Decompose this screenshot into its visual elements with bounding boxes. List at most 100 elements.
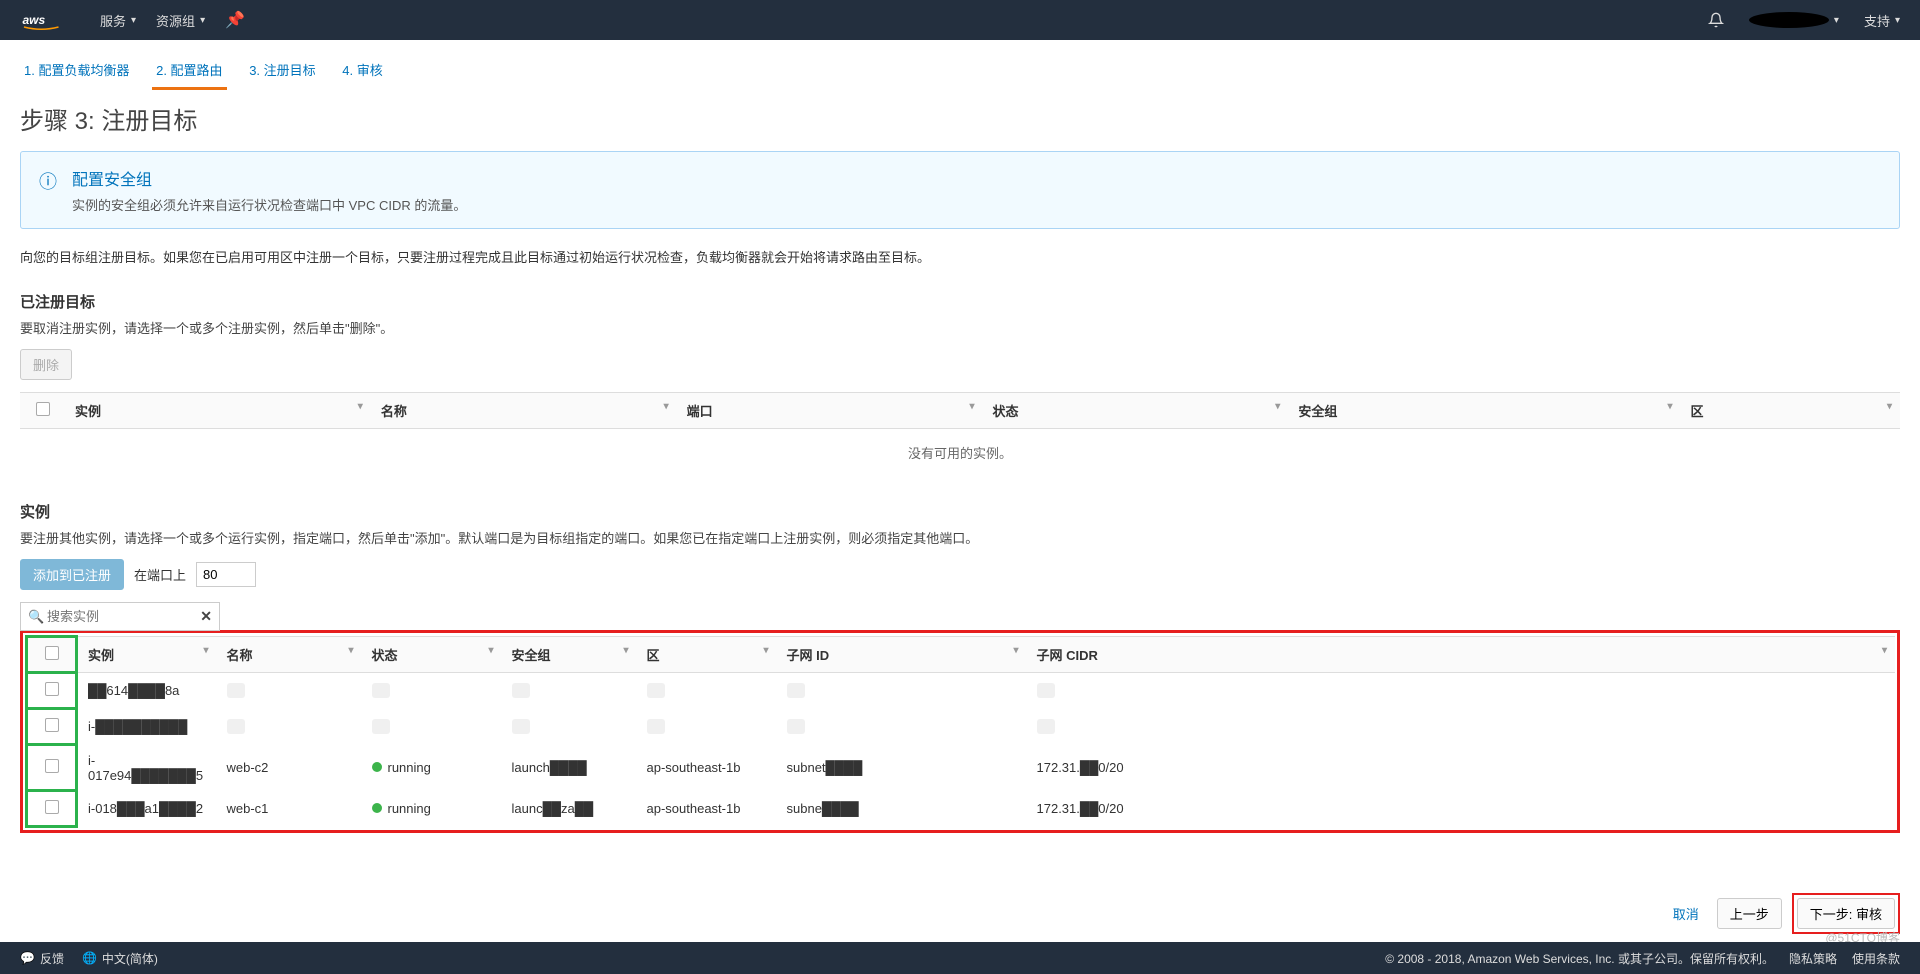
language-selector[interactable]: 🌐 中文(简体): [82, 950, 158, 967]
sort-caret-icon: ▾: [969, 401, 974, 412]
cell-name: web-c1: [217, 791, 362, 827]
col-zone[interactable]: 区▾: [637, 637, 777, 673]
cell-instance: i-██████████: [77, 709, 217, 745]
nav-resource-groups[interactable]: 资源组 ▾: [156, 11, 205, 30]
row-checkbox[interactable]: [45, 718, 59, 732]
status-dot-icon: [372, 762, 382, 772]
next-button[interactable]: 下一步: 审核: [1797, 898, 1895, 929]
privacy-link[interactable]: 隐私策略: [1789, 950, 1837, 967]
cell-subnet: subne████: [777, 791, 1027, 827]
col-name[interactable]: 名称▾: [371, 393, 677, 429]
chevron-down-icon: ▾: [200, 15, 205, 26]
feedback-link[interactable]: 💬 反馈: [20, 950, 64, 967]
cell-status: ██: [372, 683, 390, 698]
account-name-blur: [1749, 12, 1829, 28]
next-button-highlight: 下一步: 审核: [1792, 893, 1900, 934]
col-instance[interactable]: 实例▾: [65, 393, 371, 429]
instances-table: 实例▾ 名称▾ 状态▾ 安全组▾ 区▾ 子网 ID▾ 子网 CIDR▾ ██61…: [25, 635, 1895, 828]
clear-icon[interactable]: ✕: [200, 608, 212, 625]
col-instance[interactable]: 实例▾: [77, 637, 217, 673]
sort-caret-icon: ▾: [348, 645, 353, 656]
cell-cidr: 172.31.██0/20: [1027, 745, 1896, 791]
registered-desc: 要取消注册实例，请选择一个或多个注册实例，然后单击"删除"。: [20, 318, 1900, 337]
sort-caret-icon: ▾: [763, 645, 768, 656]
sort-caret-icon: ▾: [664, 401, 669, 412]
step-2[interactable]: 2. 配置路由: [152, 52, 226, 90]
chat-icon: 💬: [20, 951, 35, 965]
wizard-steps: 1. 配置负载均衡器 2. 配置路由 3. 注册目标 4. 审核: [0, 40, 1920, 91]
col-subnet[interactable]: 子网 ID▾: [777, 637, 1027, 673]
instances-desc: 要注册其他实例，请选择一个或多个运行实例，指定端口，然后单击"添加"。默认端口是…: [20, 528, 1900, 547]
cell-sg: launch████: [502, 745, 637, 791]
cell-sg: ██: [512, 719, 530, 734]
nav-services-label: 服务: [100, 11, 126, 30]
cell-subnet: ██: [787, 719, 805, 734]
select-all-col[interactable]: [20, 393, 65, 429]
bell-icon[interactable]: [1708, 12, 1724, 28]
empty-message: 没有可用的实例。: [20, 429, 1900, 477]
select-all-checkbox[interactable]: [36, 402, 50, 416]
port-label: 在端口上: [134, 565, 186, 584]
col-name[interactable]: 名称▾: [217, 637, 362, 673]
info-title: 配置安全组: [72, 166, 466, 190]
nav-support[interactable]: 支持 ▾: [1864, 11, 1900, 30]
terms-link[interactable]: 使用条款: [1852, 950, 1900, 967]
sort-caret-icon: ▾: [623, 645, 628, 656]
registered-title: 已注册目标: [20, 291, 1900, 312]
cell-zone: ap-southeast-1b: [637, 745, 777, 791]
sort-caret-icon: ▾: [203, 645, 208, 656]
cell-name: web-c2: [217, 745, 362, 791]
select-all-col[interactable]: [27, 637, 77, 673]
sort-caret-icon: ▾: [1887, 401, 1892, 412]
search-icon: 🔍: [28, 609, 44, 625]
table-row[interactable]: ██614████8a ██ ██ ██ ██ ██ ██: [27, 673, 1896, 709]
info-text: 实例的安全组必须允许来自运行状况检查端口中 VPC CIDR 的流量。: [72, 195, 466, 214]
pin-icon[interactable]: 📌: [225, 10, 245, 30]
search-input[interactable]: [20, 602, 220, 631]
cell-zone: ██: [647, 719, 665, 734]
step-4[interactable]: 4. 审核: [338, 52, 386, 87]
add-to-registered-button[interactable]: 添加到已注册: [20, 559, 124, 590]
cell-sg: launc██za██: [502, 791, 637, 827]
cell-name: ██: [227, 719, 245, 734]
step-3[interactable]: 3. 注册目标: [245, 52, 319, 87]
prev-button[interactable]: 上一步: [1717, 898, 1782, 929]
select-all-checkbox[interactable]: [45, 646, 59, 660]
svg-text:aws: aws: [23, 13, 46, 27]
sort-caret-icon: ▾: [1668, 401, 1673, 412]
col-sg[interactable]: 安全组▾: [1288, 393, 1680, 429]
chevron-down-icon: ▾: [1834, 15, 1839, 26]
step-1[interactable]: 1. 配置负载均衡器: [20, 52, 133, 87]
delete-button[interactable]: 删除: [20, 349, 72, 380]
row-checkbox[interactable]: [45, 759, 59, 773]
nav-account[interactable]: ▾: [1749, 12, 1839, 28]
status-dot-icon: [372, 803, 382, 813]
row-checkbox[interactable]: [45, 800, 59, 814]
cell-name: ██: [227, 683, 245, 698]
cell-zone: ██: [647, 683, 665, 698]
nav-resource-groups-label: 资源组: [156, 11, 195, 30]
cancel-button[interactable]: 取消: [1673, 904, 1699, 923]
cell-sg: ██: [512, 683, 530, 698]
port-input[interactable]: [196, 562, 256, 587]
cell-cidr: ██: [1037, 683, 1055, 698]
chevron-down-icon: ▾: [1895, 15, 1900, 26]
table-row[interactable]: i-██████████ ██ ██ ██ ██ ██ ██: [27, 709, 1896, 745]
table-row[interactable]: i-018███a1████2 web-c1 running launc██za…: [27, 791, 1896, 827]
cell-instance: i-017e94███████5: [77, 745, 217, 791]
col-status[interactable]: 状态▾: [362, 637, 502, 673]
col-zone[interactable]: 区▾: [1681, 393, 1900, 429]
col-status[interactable]: 状态▾: [982, 393, 1288, 429]
row-checkbox[interactable]: [45, 682, 59, 696]
aws-logo[interactable]: aws: [20, 8, 70, 33]
cell-status: running: [362, 745, 502, 791]
col-cidr[interactable]: 子网 CIDR▾: [1027, 637, 1896, 673]
table-row[interactable]: i-017e94███████5 web-c2 running launch██…: [27, 745, 1896, 791]
instances-highlighted-area: 实例▾ 名称▾ 状态▾ 安全组▾ 区▾ 子网 ID▾ 子网 CIDR▾ ██61…: [20, 630, 1900, 833]
sort-caret-icon: ▾: [358, 401, 363, 412]
col-port[interactable]: 端口▾: [677, 393, 983, 429]
cell-status: running: [362, 791, 502, 827]
col-sg[interactable]: 安全组▾: [502, 637, 637, 673]
nav-services[interactable]: 服务 ▾: [100, 11, 136, 30]
cell-instance: i-018███a1████2: [77, 791, 217, 827]
